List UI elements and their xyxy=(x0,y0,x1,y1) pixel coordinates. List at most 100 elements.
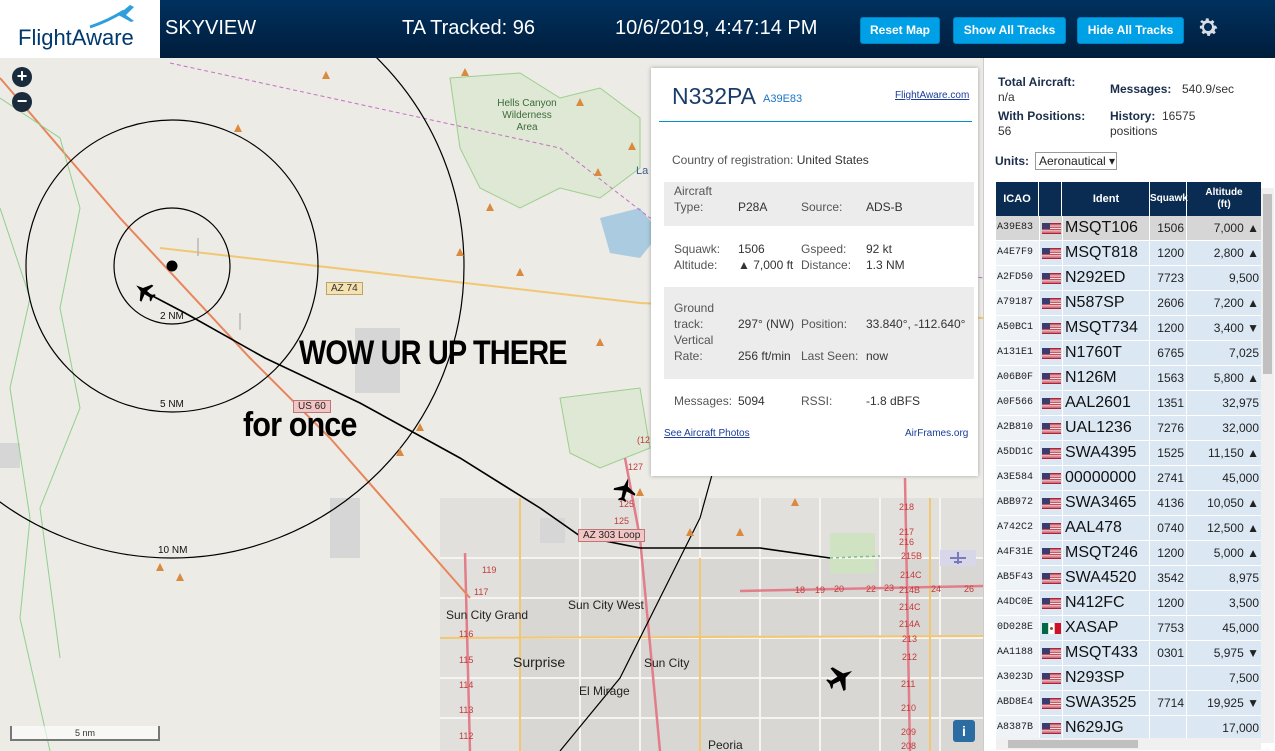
reset-map-button[interactable]: Reset Map xyxy=(860,17,940,44)
table-row[interactable]: A39E83 MSQT106 1506 7,000 ▲ xyxy=(996,216,1261,241)
row-ident: N587SP xyxy=(1063,291,1149,315)
row-altitude: 2,800 ▲ xyxy=(1187,241,1261,265)
row-squawk xyxy=(1150,666,1186,690)
hwy-number: 24 xyxy=(931,584,942,594)
row-flag xyxy=(1040,541,1062,565)
with-positions-value: 56 xyxy=(998,124,1012,138)
row-flag xyxy=(1040,466,1062,490)
airframes-link[interactable]: AirFrames.org xyxy=(905,428,968,439)
zoom-in-button[interactable]: + xyxy=(12,67,32,87)
row-altitude: 3,500 xyxy=(1187,591,1261,615)
scrollbar-thumb[interactable] xyxy=(1008,740,1138,748)
units-select[interactable]: Aeronautical ▾ xyxy=(1035,152,1117,170)
table-horizontal-scrollbar[interactable] xyxy=(996,738,1261,750)
table-row[interactable]: A50BC1 MSQT734 1200 3,400 ▼ xyxy=(996,316,1261,341)
hwy-number: 23 xyxy=(884,583,895,593)
row-flag xyxy=(1040,591,1062,615)
col-altitude[interactable]: Altitude (ft) xyxy=(1187,182,1261,216)
hide-all-tracks-button[interactable]: Hide All Tracks xyxy=(1077,17,1184,44)
table-row[interactable]: A3E584 00000000 2741 45,000 xyxy=(996,466,1261,491)
table-row[interactable]: A131E1 N1760T 6765 7,025 xyxy=(996,341,1261,366)
us-flag-icon xyxy=(1042,523,1061,534)
row-flag xyxy=(1040,216,1062,240)
map-info-button[interactable]: i xyxy=(953,720,975,742)
table-row[interactable]: A4DC0E N412FC 1200 3,500 xyxy=(996,591,1261,616)
row-ident: MSQT433 xyxy=(1063,641,1149,665)
vrate-label: Vertical xyxy=(674,333,714,347)
col-flag[interactable] xyxy=(1040,182,1062,216)
row-squawk: 7753 xyxy=(1150,616,1186,640)
rssi-label: RSSI: xyxy=(801,394,833,408)
row-altitude: 32,975 xyxy=(1187,391,1261,415)
row-icao: A5DD1C xyxy=(996,441,1039,465)
us-flag-icon xyxy=(1042,223,1061,234)
history-label: History: xyxy=(1110,109,1156,123)
row-flag xyxy=(1040,641,1062,665)
table-row[interactable]: A2B810 UAL1236 7276 32,000 xyxy=(996,416,1261,441)
app-title: SKYVIEW xyxy=(165,17,257,39)
messages-rate-label: Messages: xyxy=(1110,82,1172,96)
row-altitude: 10,050 ▲ xyxy=(1187,491,1261,515)
hwy-number: 210 xyxy=(901,703,917,713)
us-flag-icon xyxy=(1042,648,1061,659)
row-icao: A131E1 xyxy=(996,341,1039,365)
col-icao[interactable]: ICAO xyxy=(996,182,1039,216)
table-row[interactable]: A4F31E MSQT246 1200 5,000 ▲ xyxy=(996,541,1261,566)
table-row[interactable]: A3023D N293SP 7,500 xyxy=(996,666,1261,691)
row-squawk: 1200 xyxy=(1150,316,1186,340)
hwy-number: 18 xyxy=(795,585,806,595)
detail-divider xyxy=(659,121,972,122)
row-icao: ABD8E4 xyxy=(996,691,1039,715)
hwy-number: 114 xyxy=(459,680,474,690)
hwy-number: 20 xyxy=(834,584,845,594)
hwy-number: 115 xyxy=(459,655,474,665)
flightaware-logo[interactable]: FlightAware xyxy=(0,0,160,58)
type-label: Aircraft xyxy=(674,184,713,198)
hwy-number: 19 xyxy=(815,585,826,595)
row-icao: A06B0F xyxy=(996,366,1039,390)
table-row[interactable]: A0F566 AAL2601 1351 32,975 xyxy=(996,391,1261,416)
hwy-number: 112 xyxy=(459,731,474,741)
us-flag-icon xyxy=(1042,698,1061,709)
position-value: 33.840°, -112.640° xyxy=(866,317,966,331)
airport-icon xyxy=(940,550,976,566)
aircraft-photos-link[interactable]: See Aircraft Photos xyxy=(664,428,750,439)
row-icao: A0F566 xyxy=(996,391,1039,415)
table-row[interactable]: AB5F43 SWA4520 3542 8,975 xyxy=(996,566,1261,591)
scrollbar-thumb[interactable] xyxy=(1263,194,1272,374)
table-vertical-scrollbar[interactable] xyxy=(1261,188,1274,743)
row-ident: UAL1236 xyxy=(1063,416,1149,440)
hwy-number: 116 xyxy=(459,629,474,639)
road-label-az74: AZ 74 xyxy=(326,282,363,295)
table-row[interactable]: A742C2 AAL478 0740 12,500 ▲ xyxy=(996,516,1261,541)
detail-ident: N332PA xyxy=(672,83,756,109)
receiver-location xyxy=(166,260,178,272)
table-row[interactable]: A5DD1C SWA4395 1525 11,150 ▲ xyxy=(996,441,1261,466)
row-icao: A742C2 xyxy=(996,516,1039,540)
table-row[interactable]: A4E7F9 MSQT818 1200 2,800 ▲ xyxy=(996,241,1261,266)
zoom-out-button[interactable]: − xyxy=(12,92,32,112)
units-label: Units: xyxy=(995,154,1029,168)
table-row[interactable]: A79187 N587SP 2606 7,200 ▲ xyxy=(996,291,1261,316)
table-row[interactable]: 0D028E XASAP 7753 45,000 xyxy=(996,616,1261,641)
row-flag xyxy=(1040,616,1062,640)
table-row[interactable]: AA1188 MSQT433 0301 5,975 ▼ xyxy=(996,641,1261,666)
table-row[interactable]: A06B0F N126M 1563 5,800 ▲ xyxy=(996,366,1261,391)
table-row[interactable]: ABD8E4 SWA3525 7714 19,925 ▼ xyxy=(996,691,1261,716)
row-altitude: 19,925 ▼ xyxy=(1187,691,1261,715)
table-row[interactable]: ABB972 SWA3465 4136 10,050 ▲ xyxy=(996,491,1261,516)
hwy-number: 209 xyxy=(901,727,917,737)
row-flag xyxy=(1040,666,1062,690)
source-label: Source: xyxy=(801,200,843,214)
hwy-number: 26 xyxy=(964,584,975,594)
col-ident[interactable]: Ident xyxy=(1063,182,1150,216)
row-altitude: 5,975 ▼ xyxy=(1187,641,1261,665)
show-all-tracks-button[interactable]: Show All Tracks xyxy=(953,17,1066,44)
row-ident: MSQT818 xyxy=(1063,241,1149,265)
type-value: P28A xyxy=(738,200,768,214)
table-row[interactable]: A2FD50 N292ED 7723 9,500 xyxy=(996,266,1261,291)
col-squawk[interactable]: Squawk xyxy=(1150,182,1188,216)
row-icao: A4E7F9 xyxy=(996,241,1039,265)
gear-icon[interactable] xyxy=(1196,15,1220,39)
flightaware-link[interactable]: FlightAware.com xyxy=(895,90,969,101)
